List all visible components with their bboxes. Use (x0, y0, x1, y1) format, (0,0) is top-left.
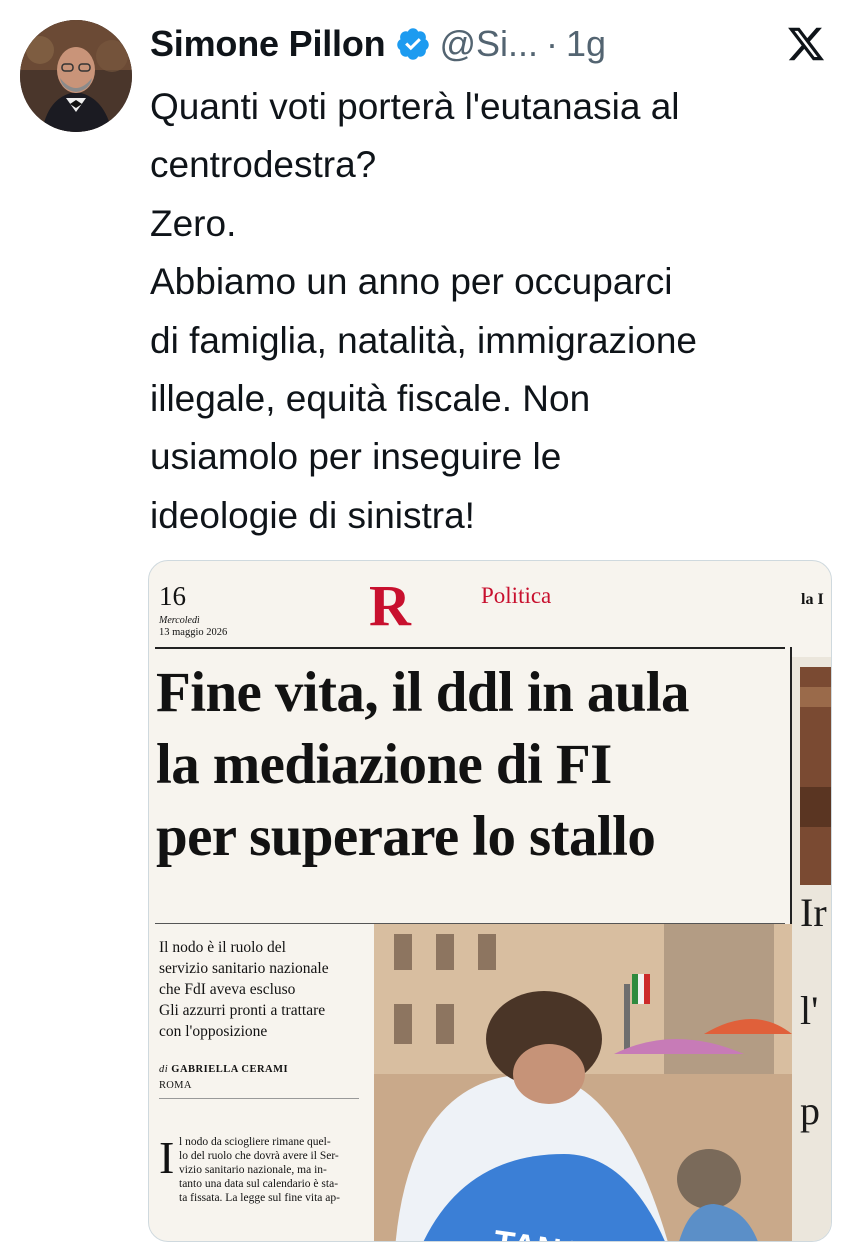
article-body: l nodo da sciogliere rimane quel- lo del… (179, 1135, 365, 1205)
headline-line: per superare lo stallo (156, 805, 656, 868)
article-photo: TANASIA (374, 924, 792, 1241)
tweet-text: Quanti voti porterà l'eutanasia al centr… (150, 78, 840, 545)
author-name[interactable]: Simone Pillon (150, 23, 386, 65)
tweet-header: Simone Pillon @Si... · 1g (150, 18, 606, 70)
headline-line: la mediazione di FI (156, 733, 612, 796)
tweet-line: Quanti voti porterà l'eutanasia al (150, 86, 680, 127)
media-image-card[interactable]: 16 Mercoledì 13 maggio 2026 R Politica l… (148, 560, 832, 1242)
byline-prefix: di (159, 1064, 169, 1075)
adjacent-text: l' (800, 988, 819, 1033)
adjacent-page-mark: la I (801, 591, 824, 608)
avatar-photo (20, 20, 132, 132)
newspaper-logo: R (369, 573, 411, 638)
adjacent-page: Ir l' p (792, 657, 831, 1241)
byline-name: GABRIELLA CERAMI (171, 1064, 289, 1075)
summary-line: servizio sanitario nazionale (159, 960, 329, 977)
body-line: vizio sanitario nazionale, ma in- (179, 1164, 327, 1176)
headline-line: Fine vita, il ddl in aula (156, 661, 690, 724)
adjacent-photo (800, 667, 831, 885)
tweet-line: centrodestra? (150, 144, 377, 186)
tweet-line: Zero. (150, 202, 237, 244)
article-city: ROMA (159, 1080, 192, 1091)
verified-badge-icon (397, 28, 430, 60)
page-weekday: Mercoledì (159, 615, 200, 626)
article-byline: di GABRIELLA CERAMI (159, 1064, 288, 1075)
summary-line: Il nodo è il ruolo del (159, 939, 286, 956)
tweet-line: di famiglia, natalità, immigrazione (150, 319, 698, 361)
adjacent-text: p (800, 1088, 820, 1133)
avatar[interactable] (20, 20, 132, 132)
body-line: l nodo da sciogliere rimane quel- (179, 1136, 331, 1148)
article-headline: Fine vita, il ddl in aula la mediazione … (156, 657, 796, 873)
body-line: lo del ruolo che dovrà avere il Ser- (179, 1150, 339, 1162)
page-date: 13 maggio 2026 (159, 627, 228, 638)
header-divider (155, 647, 785, 649)
summary-line: con l'opposizione (159, 1023, 268, 1040)
tweet-line: ideologie di sinistra! (150, 494, 475, 536)
section-label: Politica (481, 583, 552, 608)
author-handle[interactable]: @Si... (439, 23, 538, 65)
x-logo-icon[interactable] (786, 24, 826, 64)
summary-line: che FdI aveva escluso (159, 981, 296, 998)
tweet-line: Abbiamo un anno per occuparci (150, 261, 673, 303)
article-summary: Il nodo è il ruolo del servizio sanitari… (159, 937, 369, 1042)
byline-divider (159, 1098, 359, 1099)
time-separator: · (546, 23, 558, 64)
summary-line: Gli azzurri pronti a trattare (159, 1002, 326, 1019)
tweet-line: illegale, equità fiscale. Non (150, 378, 591, 420)
body-line: tanto una data sul calendario è sta- (179, 1178, 339, 1190)
drop-cap: I (159, 1132, 175, 1183)
tweet-line: usiamolo per inseguire le (150, 436, 562, 478)
body-line: ta fissata. La legge sul fine vita ap- (179, 1192, 340, 1204)
post-time[interactable]: 1g (566, 23, 606, 65)
page-number: 16 (159, 581, 186, 611)
adjacent-text: Ir (800, 890, 827, 935)
newspaper-page: 16 Mercoledì 13 maggio 2026 R Politica l… (149, 561, 831, 1241)
